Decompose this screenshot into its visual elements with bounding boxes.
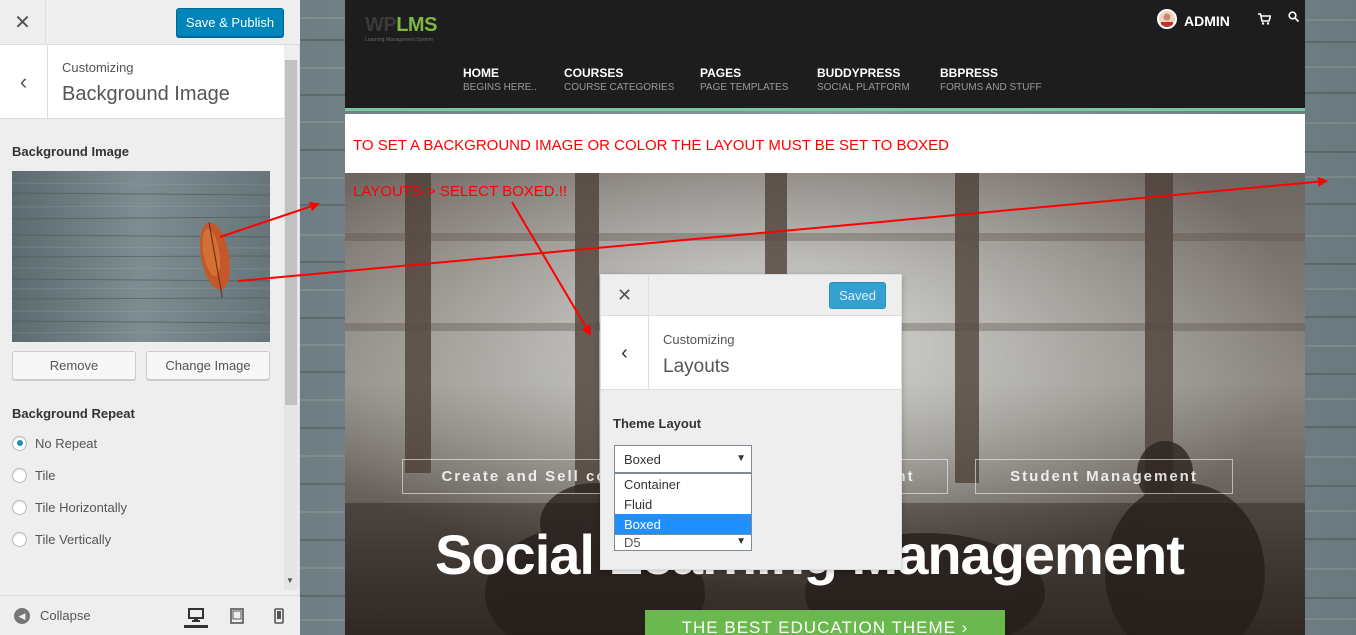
- bg-image-label: Background Image: [12, 144, 130, 159]
- theme-layout-dropdown: Container Fluid Boxed: [614, 473, 752, 535]
- saved-button[interactable]: Saved: [829, 282, 886, 309]
- customizer-footer: ◀ Collapse: [0, 595, 300, 635]
- repeat-option-no-repeat[interactable]: No Repeat: [12, 433, 97, 453]
- save-publish-button[interactable]: Save & Publish: [176, 8, 284, 37]
- nav-bbpress[interactable]: BBPRESS FORUMS AND STUFF: [940, 66, 1042, 93]
- secondary-select[interactable]: D5 ▼: [614, 533, 752, 551]
- mobile-preview-icon[interactable]: [267, 604, 291, 628]
- radio-checked-icon[interactable]: [12, 435, 27, 451]
- logo-tagline: Learning Management System: [365, 37, 434, 43]
- radio-icon[interactable]: [12, 467, 27, 483]
- layouts-customizer-popup: ✕ Saved ‹ Customizing Layouts Theme Layo…: [600, 274, 902, 570]
- nav-home[interactable]: HOME BEGINS HERE..: [463, 66, 537, 93]
- caret-down-icon: ▼: [736, 453, 746, 464]
- nav-courses[interactable]: COURSES COURSE CATEGORIES: [564, 66, 674, 93]
- nav-buddypress[interactable]: BUDDYPRESS SOCIAL PLATFORM: [817, 66, 910, 93]
- annotation-layouts-note: LAYOUTS-> SELECT BOXED.!!: [353, 183, 568, 200]
- desktop-preview-icon[interactable]: [184, 604, 208, 628]
- remove-image-button[interactable]: Remove: [12, 351, 136, 380]
- customizer-header: ✕ Save & Publish: [0, 0, 300, 45]
- section-titlebar: ‹ Customizing Background Image: [0, 45, 284, 119]
- scroll-down-arrow-icon[interactable]: ▼: [286, 576, 294, 585]
- repeat-option-tile-vertically[interactable]: Tile Vertically: [12, 529, 111, 549]
- hero-feature-box[interactable]: Student Management: [975, 459, 1233, 494]
- popup-header: ✕ Saved: [601, 275, 901, 316]
- section-title: Background Image: [62, 83, 230, 105]
- site-header: WPLMS Learning Management System ADMIN H…: [345, 0, 1305, 111]
- breadcrumb: Customizing: [62, 60, 134, 75]
- tablet-preview-icon[interactable]: [225, 604, 249, 628]
- admin-menu[interactable]: ADMIN: [1184, 13, 1230, 29]
- layout-option-fluid[interactable]: Fluid: [615, 494, 751, 514]
- customizer-panel: ✕ Save & Publish ‹ Customizing Backgroun…: [0, 0, 300, 635]
- chevron-left-icon: ‹: [19, 69, 28, 94]
- annotation-notice-bar: TO SET A BACKGROUND IMAGE OR COLOR THE L…: [345, 114, 1305, 173]
- search-icon[interactable]: [1288, 11, 1300, 25]
- change-image-button[interactable]: Change Image: [146, 351, 270, 380]
- close-customizer-button[interactable]: ✕: [0, 0, 46, 45]
- close-icon: ✕: [616, 285, 633, 305]
- collapse-button[interactable]: Collapse: [40, 608, 91, 623]
- layout-option-container[interactable]: Container: [615, 474, 751, 494]
- avatar[interactable]: [1157, 9, 1177, 29]
- nav-pages[interactable]: PAGES PAGE TEMPLATES: [700, 66, 788, 93]
- back-button[interactable]: ‹: [0, 45, 48, 119]
- popup-close-button[interactable]: ✕: [601, 275, 649, 316]
- annotation-notice-text: TO SET A BACKGROUND IMAGE OR COLOR THE L…: [353, 137, 949, 154]
- radio-icon[interactable]: [12, 499, 27, 515]
- theme-layout-select[interactable]: Boxed ▼: [614, 445, 752, 473]
- close-icon: ✕: [14, 12, 31, 34]
- site-logo[interactable]: WPLMS: [365, 14, 437, 37]
- popup-titlebar: ‹ Customizing Layouts: [601, 316, 901, 390]
- cart-icon[interactable]: [1258, 13, 1272, 28]
- caret-down-icon: ▼: [736, 536, 746, 547]
- theme-layout-label: Theme Layout: [613, 416, 702, 431]
- layout-option-boxed[interactable]: Boxed: [615, 514, 751, 534]
- radio-icon[interactable]: [12, 531, 27, 547]
- popup-breadcrumb: Customizing: [663, 332, 735, 347]
- repeat-option-tile[interactable]: Tile: [12, 465, 55, 485]
- scrollbar-thumb[interactable]: [285, 60, 297, 405]
- hero-cta-button[interactable]: THE BEST EDUCATION THEME ›: [645, 610, 1005, 635]
- panel-scrollbar[interactable]: [284, 60, 298, 590]
- repeat-option-tile-horizontally[interactable]: Tile Horizontally: [12, 497, 127, 517]
- popup-back-button[interactable]: ‹: [601, 316, 649, 390]
- bg-repeat-label: Background Repeat: [12, 406, 135, 421]
- popup-title: Layouts: [663, 356, 730, 377]
- chevron-left-icon: ‹: [621, 341, 628, 364]
- background-image-preview: [12, 171, 270, 342]
- collapse-icon[interactable]: ◀: [14, 608, 30, 624]
